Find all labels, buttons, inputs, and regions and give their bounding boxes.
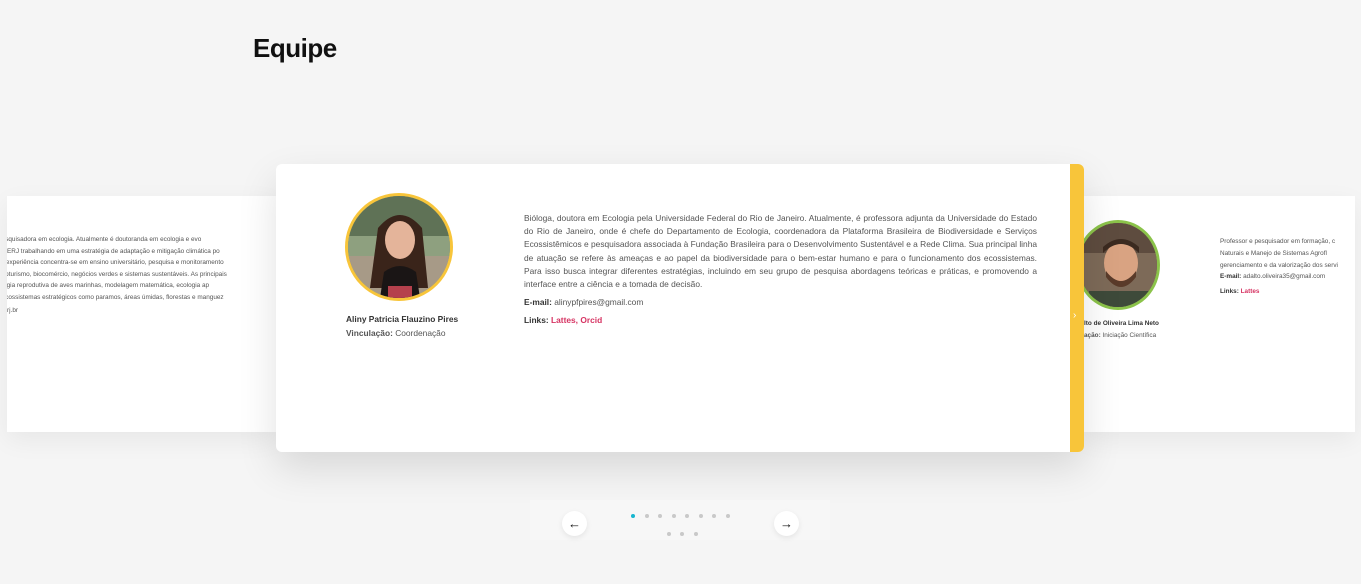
section-title: Equipe (253, 33, 337, 63)
previous-button[interactable]: ← (562, 511, 587, 536)
next-button[interactable]: → (774, 511, 799, 536)
bio-line: eiro - UERJ trabalhando em uma estratégi… (7, 247, 220, 255)
lattes-link[interactable]: Lattes (551, 315, 576, 325)
email-label: E-mail: (1220, 273, 1242, 280)
previous-card-bio: ia – pesquisadora em ecologia. Atualment… (7, 234, 276, 304)
member-email: E-mail: adalto.oliveira35@gmail.com (1220, 273, 1325, 280)
bio-line: gerenciamento e da valorização dos servi (1220, 262, 1338, 269)
carousel-dot[interactable] (712, 514, 716, 518)
team-card-active: Aliny Patricia Flauzino Pires Vinculação… (276, 164, 1084, 452)
orcid-link[interactable]: Orcid (580, 315, 602, 325)
bio-line: Professor e pesquisador em formação, c (1220, 238, 1336, 245)
previous-card-email-tail: rj.br (7, 307, 19, 314)
member-bio: Bióloga, doutora em Ecologia pela Univer… (524, 213, 1038, 290)
avatar-photo (348, 196, 450, 298)
member-links: Links: Lattes, Orcid (524, 315, 602, 325)
links-label: Links: (524, 315, 549, 325)
member-role: Vinculação: Coordenação (346, 328, 445, 338)
member-avatar (345, 193, 453, 301)
bio-line: ia – pesquisadora em ecologia. Atualment… (7, 236, 202, 243)
role-label: Vinculação: (346, 328, 393, 338)
chevron-right-icon: › (1073, 310, 1077, 321)
bio-line: o ecologia reprodutiva de aves marinhas,… (7, 282, 210, 290)
bio-line: nto, ecoturismo, biocomércio, negócios v… (7, 270, 227, 278)
carousel-dot[interactable] (680, 532, 684, 536)
carousel-dot[interactable] (631, 514, 635, 518)
member-role: ação: Iniciação Científica (1084, 332, 1156, 339)
avatar-photo (1084, 223, 1157, 307)
member-name: lto de Oliveira Lima Neto (1084, 320, 1159, 327)
arrow-left-icon: ← (568, 516, 581, 531)
carousel-dot[interactable] (698, 514, 703, 518)
carousel-dot[interactable] (685, 514, 689, 518)
email-value: adalto.oliveira35@gmail.com (1243, 273, 1326, 280)
role-value: Coordenação (395, 328, 446, 338)
carousel-dot[interactable] (658, 514, 662, 518)
role-value: Iniciação Científica (1102, 332, 1157, 339)
bio-line: s. Sua experiência concentra-se em ensin… (7, 259, 224, 267)
carousel-dot[interactable] (693, 532, 698, 536)
bio-line: s em ecossistemas estratégicos como para… (7, 293, 224, 301)
email-label: E-mail: (524, 297, 552, 307)
card-accent-bar: › (1070, 164, 1084, 452)
member-bio: Professor e pesquisador em formação, c N… (1220, 236, 1355, 272)
arrow-right-icon: → (780, 516, 793, 531)
bio-line: Naturais e Manejo de Sistemas Agrofl (1220, 250, 1327, 257)
carousel-dot[interactable] (666, 532, 671, 536)
team-card-next[interactable]: lto de Oliveira Lima Neto ação: Iniciaçã… (1084, 196, 1355, 432)
member-avatar (1084, 220, 1160, 310)
role-label: ação: (1084, 332, 1101, 339)
carousel-dot[interactable] (671, 514, 676, 518)
email-value: alinypfpires@gmail.com (554, 297, 644, 307)
team-card-previous[interactable]: ia – pesquisadora em ecologia. Atualment… (7, 196, 276, 432)
carousel-dot[interactable] (644, 514, 649, 518)
links-label: Links: (1220, 288, 1239, 295)
member-email: E-mail: alinypfpires@gmail.com (524, 297, 643, 307)
member-name: Aliny Patricia Flauzino Pires (346, 314, 459, 324)
lattes-link[interactable]: Lattes (1241, 288, 1260, 295)
member-links: Links: Lattes (1220, 288, 1259, 295)
carousel-dot[interactable] (725, 514, 730, 518)
